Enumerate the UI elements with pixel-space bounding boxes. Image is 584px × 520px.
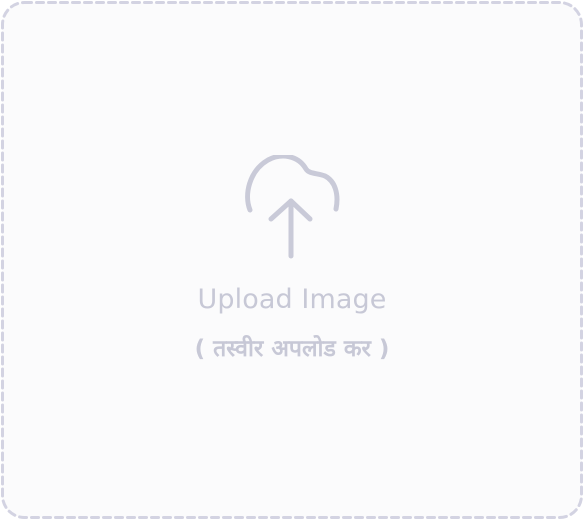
- upload-subtitle: ( तस्वीर अपलोड कर ): [194, 336, 390, 362]
- cloud-upload-icon: [245, 155, 340, 259]
- image-upload-dropzone[interactable]: Upload Image ( तस्वीर अपलोड कर ): [1, 1, 583, 519]
- upload-title: Upload Image: [197, 284, 387, 315]
